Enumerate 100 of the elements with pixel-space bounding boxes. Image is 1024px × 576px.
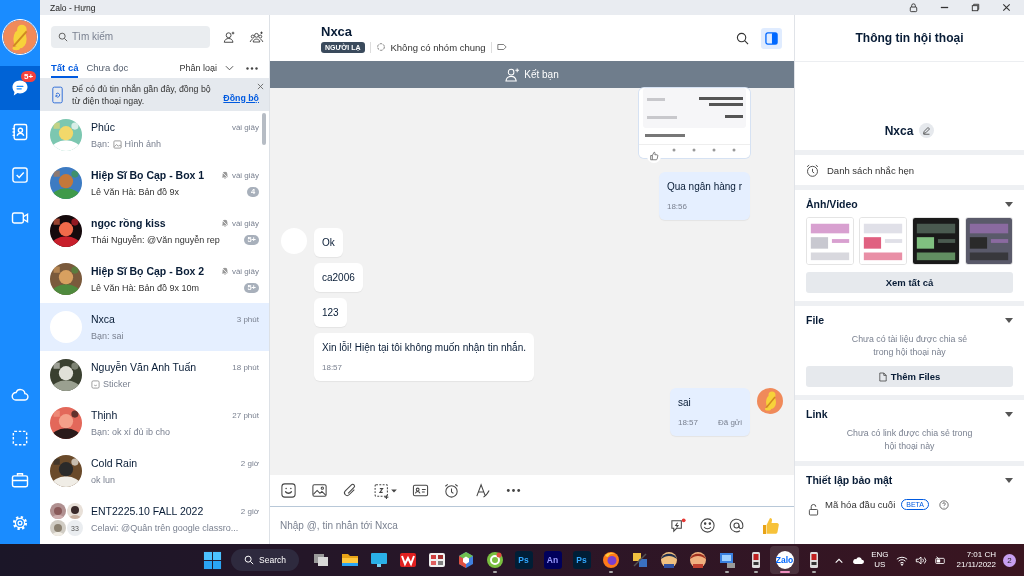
app-icon[interactable]	[688, 551, 707, 569]
thumbs-up-icon[interactable]	[760, 515, 780, 536]
timestamp: vài giây	[231, 218, 259, 228]
app-icon[interactable]: Ps	[514, 551, 533, 569]
label-tag-icon[interactable]	[496, 42, 507, 52]
alarm-clock-icon	[805, 162, 820, 178]
help-icon[interactable]	[939, 499, 949, 510]
conversation-name: ngọc rồng kiss	[91, 217, 167, 229]
conversation-item[interactable]: Nxca 3 phút Bạn: sai	[40, 303, 269, 351]
image-icon[interactable]	[311, 482, 328, 499]
timestamp: 2 giờ	[240, 506, 259, 516]
windows-icon[interactable]	[203, 550, 222, 570]
app-icon[interactable]: An	[543, 551, 562, 569]
timestamp: 27 phút	[232, 410, 259, 420]
message-preview: Bạn: ok xí đủ ib cho	[91, 427, 171, 437]
clock-date[interactable]: 21/11/2022	[956, 560, 996, 570]
more-icon[interactable]	[246, 66, 258, 70]
chevron-down-icon[interactable]	[225, 65, 234, 71]
app-icon[interactable]: Zalo	[775, 551, 794, 569]
app-icon[interactable]	[398, 551, 417, 569]
reminder-list-link[interactable]: Danh sách nhắc hẹn	[827, 164, 915, 176]
contact-name: Nxca	[884, 124, 914, 138]
checkbox-icon	[10, 164, 30, 185]
add-person-icon[interactable]	[222, 29, 237, 44]
conversation-item[interactable]: Thịnh 27 phút Bạn: ok xí đủ ib cho	[40, 399, 269, 447]
restore-icon[interactable]	[970, 2, 981, 13]
message-text: 123	[322, 307, 339, 318]
conversation-name: Hiệp Sĩ Bọ Cạp - Box 2	[91, 265, 206, 277]
search-button[interactable]: Search	[231, 549, 299, 571]
collapse-icon[interactable]	[1005, 411, 1013, 417]
sender-label: Bạn:	[91, 139, 110, 149]
lock-icon[interactable]	[908, 2, 919, 13]
alarm-clock-icon[interactable]	[443, 482, 460, 499]
sync-link[interactable]: Đồng bộ	[223, 92, 259, 103]
encryption-label: Mã hóa đầu cuối	[825, 499, 896, 510]
add-files-button[interactable]: Thêm Files	[806, 366, 1013, 387]
screenshot-icon[interactable]	[373, 482, 398, 499]
message-text: ca2006	[322, 272, 355, 283]
close-icon[interactable]	[1001, 2, 1012, 13]
emoji-icon[interactable]	[699, 517, 716, 534]
wifi-icon[interactable]	[895, 554, 908, 566]
add-group-icon[interactable]	[249, 29, 264, 44]
app-icon[interactable]	[659, 551, 678, 569]
collapse-icon[interactable]	[1005, 317, 1013, 323]
section-title: Ảnh/Video	[806, 198, 858, 210]
avatar	[50, 311, 82, 343]
message-time: 18:56	[666, 202, 687, 211]
chat-tab[interactable]: 5+	[0, 66, 40, 110]
app-icon[interactable]	[456, 551, 475, 569]
battery-icon[interactable]	[933, 554, 946, 566]
conversation-name: Thịnh	[91, 409, 119, 421]
language-label[interactable]: ENG	[871, 550, 889, 560]
collapse-icon[interactable]	[1005, 201, 1013, 207]
message-text: Xin lỗi! Hiện tại tôi không muốn nhận tin nhắn.	[322, 342, 527, 353]
cloud-icon[interactable]	[852, 554, 865, 566]
conversation-name: Nxca	[91, 313, 116, 325]
clock-time[interactable]: 7:01 CH	[966, 550, 996, 560]
timestamp: vài giây	[231, 266, 259, 276]
mention-icon[interactable]	[728, 517, 745, 534]
info-panel-toggle[interactable]	[761, 27, 782, 49]
sync-message: Để có đủ tin nhắn gần đây, đồng bộ từ điện thoại ngay.	[72, 82, 212, 107]
category-dropdown[interactable]: Phân loại	[179, 58, 217, 78]
quick-message-icon[interactable]	[670, 517, 687, 534]
app-icon[interactable]	[485, 551, 504, 569]
sticker-icon	[91, 379, 100, 389]
conversation-name: Hiệp Sĩ Bọ Cạp - Box 1	[91, 169, 206, 181]
unread-badge: 5+	[21, 71, 37, 82]
filter-tab[interactable]: Chưa đọc	[86, 58, 129, 78]
app-icon[interactable]: Ps	[572, 551, 591, 569]
app-icon[interactable]	[427, 551, 446, 569]
conversation-item[interactable]: Phúc vài giây Bạn: Hình ảnh	[40, 111, 269, 159]
sticker-icon[interactable]	[280, 482, 297, 499]
scrollbar[interactable]	[262, 113, 266, 145]
timestamp: 3 phút	[236, 314, 259, 324]
folder-icon[interactable]	[340, 551, 359, 569]
text-format-icon[interactable]	[474, 482, 491, 499]
contact-card-icon[interactable]	[412, 482, 429, 499]
conversation-item[interactable]: Cold Rain 2 giờ ok lun	[40, 447, 269, 495]
message-time: 18:57	[322, 363, 343, 372]
collapse-icon[interactable]	[1005, 477, 1013, 483]
region-label[interactable]: US	[874, 560, 886, 570]
search-icon[interactable]	[736, 31, 749, 45]
message-preview: Bạn: sai	[91, 331, 124, 341]
delivery-status: Đã gửi	[717, 418, 742, 427]
view-all-button[interactable]: Xem tất cả	[806, 272, 1013, 293]
thumbs-up-icon[interactable]	[647, 149, 661, 163]
conversation-item[interactable]: Nguyễn Văn Anh Tuấn 18 phút Sticker	[40, 351, 269, 399]
app-icon[interactable]	[630, 551, 649, 569]
computer-icon[interactable]	[717, 551, 736, 569]
message-preview: Lê Văn Hà: Bản đồ 9x	[91, 187, 180, 197]
app-icon[interactable]	[311, 551, 330, 569]
add-friend-button[interactable]: Kết bạn	[501, 65, 563, 84]
message-preview: Thái Nguyễn: @Văn nguyễn rep	[91, 235, 220, 245]
monitor-icon[interactable]	[369, 551, 388, 569]
browser-icon[interactable]	[601, 551, 620, 569]
search-field[interactable]: Tìm kiếm	[51, 25, 210, 48]
volume-icon[interactable]	[914, 554, 927, 566]
notification-badge[interactable]: 2	[1003, 553, 1016, 567]
edit-icon[interactable]	[919, 123, 935, 138]
message-preview: Hình ảnh	[124, 139, 162, 149]
